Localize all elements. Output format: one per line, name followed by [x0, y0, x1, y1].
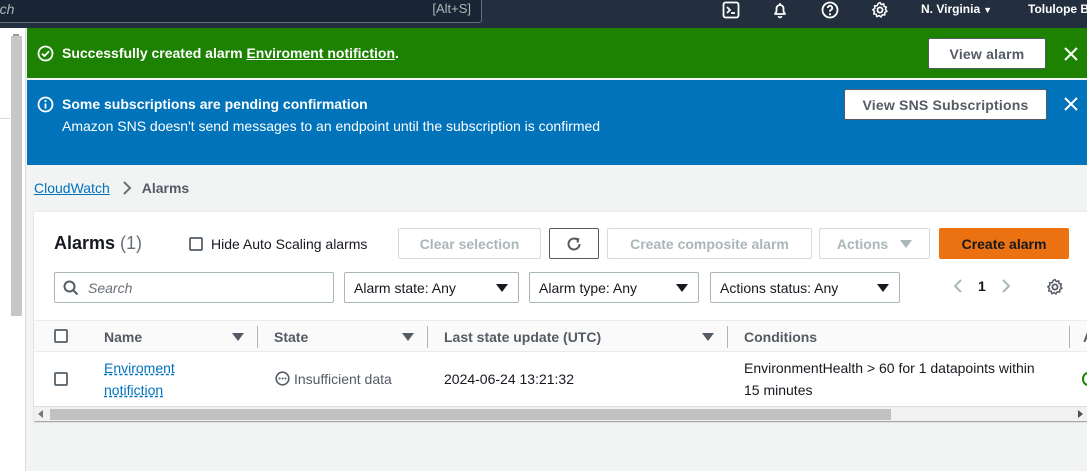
column-divider[interactable]	[727, 326, 728, 348]
top-navigation: rch [Alt+S] N. Virginia▼ Tolulope B	[0, 0, 1087, 28]
account-menu[interactable]: Tolulope B	[1028, 2, 1087, 16]
region-caret-icon: ▼	[983, 5, 993, 15]
search-placeholder: Search	[88, 280, 133, 296]
refresh-icon	[567, 237, 581, 250]
search-icon	[63, 280, 79, 296]
info-title: Some subscriptions are pending confirmat…	[62, 96, 368, 112]
alarm-search-input[interactable]: Search	[54, 272, 334, 303]
info-icon	[37, 96, 54, 113]
insufficient-data-icon	[275, 371, 290, 386]
chevron-right-icon[interactable]	[1000, 278, 1012, 294]
actions-dropdown[interactable]: Actions	[819, 228, 930, 259]
created-alarm-link[interactable]: Enviroment notifiction	[246, 45, 395, 61]
alarm-state-filter[interactable]: Alarm state: Any	[344, 272, 519, 303]
actions-label: Actions	[836, 235, 889, 252]
breadcrumb-current: Alarms	[141, 180, 190, 196]
search-shortcut: [Alt+S]	[432, 1, 471, 16]
alarms-title: Alarms	[54, 233, 116, 253]
view-sns-subscriptions-button[interactable]: View SNS Subscriptions	[844, 89, 1047, 120]
breadcrumb-cloudwatch-link[interactable]: CloudWatch	[34, 180, 110, 196]
info-message: Amazon SNS doesn't send messages to an e…	[62, 118, 601, 134]
horizontal-scrollbar-thumb[interactable]	[50, 409, 891, 420]
horizontal-scrollbar[interactable]	[34, 406, 1087, 421]
column-header-last-update[interactable]: Last state update (UTC)	[444, 329, 601, 345]
column-header-conditions[interactable]: Conditions	[744, 329, 817, 345]
create-alarm-button[interactable]: Create alarm	[939, 228, 1069, 259]
create-composite-alarm-button[interactable]: Create composite alarm	[607, 228, 812, 259]
chevron-right-icon	[123, 181, 132, 195]
column-header-name[interactable]: Name	[104, 329, 142, 345]
search-placeholder: rch	[0, 1, 15, 17]
breadcrumb: CloudWatch Alarms	[34, 180, 189, 196]
page-number[interactable]: 1	[978, 278, 986, 294]
column-divider[interactable]	[257, 326, 258, 348]
info-flashbar: Some subscriptions are pending confirmat…	[27, 80, 1087, 165]
column-header-actions[interactable]: A	[1083, 329, 1087, 345]
alarm-conditions: EnvironmentHealth > 60 for 1 datapoints …	[744, 357, 1035, 401]
alarms-count: (1)	[120, 233, 143, 253]
caret-down-icon	[900, 239, 913, 248]
alarm-state: Insufficient data	[294, 371, 392, 387]
success-message: Successfully created alarm Enviroment no…	[62, 45, 399, 61]
column-header-state[interactable]: State	[274, 329, 308, 345]
column-divider[interactable]	[427, 326, 428, 348]
sort-caret-icon[interactable]	[702, 333, 714, 341]
table-preferences-gear-icon[interactable]	[1046, 278, 1064, 296]
table-header: Name State Last state update (UTC) Condi…	[34, 320, 1087, 352]
page-title: Alarms (1)	[54, 233, 142, 254]
scroll-right-arrow-icon[interactable]	[1078, 410, 1083, 418]
settings-icon[interactable]	[870, 0, 890, 20]
last-state-update: 2024-06-24 13:21:32	[444, 371, 574, 387]
success-message-prefix: Successfully created alarm	[62, 45, 247, 61]
cloudshell-icon[interactable]	[721, 0, 741, 20]
row-checkbox[interactable]	[54, 372, 68, 386]
global-search-input[interactable]: rch [Alt+S]	[0, 0, 482, 23]
close-icon[interactable]	[1063, 46, 1079, 62]
alarm-type-value: Alarm type: Any	[539, 279, 638, 296]
column-divider[interactable]	[1069, 326, 1070, 348]
help-icon[interactable]	[820, 0, 840, 20]
actions-status-filter[interactable]: Actions status: Any	[710, 272, 900, 303]
region-selector[interactable]: N. Virginia ▼	[921, 2, 992, 16]
success-flashbar: Successfully created alarm Enviroment no…	[27, 28, 1087, 78]
actions-status-value: Actions status: Any	[720, 279, 839, 296]
success-check-icon	[37, 45, 54, 62]
caret-down-icon	[496, 284, 508, 292]
alarms-panel: Alarms (1) Hide Auto Scaling alarms Clea…	[34, 211, 1087, 421]
region-label: N. Virginia	[921, 2, 981, 16]
conditions-line2: 15 minutes	[744, 382, 813, 398]
view-alarm-button[interactable]: View alarm	[928, 38, 1046, 69]
close-icon[interactable]	[1063, 96, 1079, 112]
pagination: 1	[952, 278, 1012, 294]
conditions-line1: EnvironmentHealth > 60 for 1 datapoints …	[744, 360, 1035, 376]
clear-selection-button[interactable]: Clear selection	[398, 228, 541, 259]
hide-autoscaling-label: Hide Auto Scaling alarms	[211, 236, 368, 252]
alarm-type-filter[interactable]: Alarm type: Any	[529, 272, 699, 303]
chevron-left-icon[interactable]	[952, 278, 964, 294]
select-all-checkbox[interactable]	[54, 329, 68, 343]
scroll-left-arrow-icon[interactable]	[38, 410, 43, 418]
sort-caret-icon[interactable]	[402, 333, 414, 341]
alarm-state-value: Alarm state: Any	[354, 279, 456, 296]
side-scrollbar-thumb[interactable]	[11, 36, 22, 316]
action-status-icon	[1082, 372, 1087, 386]
refresh-button[interactable]	[549, 228, 599, 259]
caret-down-icon	[877, 284, 889, 292]
table-row[interactable]: Enviroment notifiction Insufficient data…	[34, 352, 1087, 407]
caret-down-icon	[676, 284, 688, 292]
success-message-suffix: .	[395, 45, 399, 61]
alarm-name-line1[interactable]: Enviroment	[104, 360, 175, 376]
side-divider	[0, 118, 10, 119]
alarm-name-line2[interactable]: notifiction	[104, 382, 163, 398]
side-navigation-strip	[0, 28, 26, 471]
notifications-icon[interactable]	[770, 0, 790, 20]
sort-caret-icon[interactable]	[232, 333, 244, 341]
hide-autoscaling-toggle[interactable]: Hide Auto Scaling alarms	[189, 236, 367, 252]
hide-autoscaling-checkbox[interactable]	[189, 237, 203, 251]
alarm-name-link[interactable]: Enviroment notifiction	[104, 357, 175, 401]
